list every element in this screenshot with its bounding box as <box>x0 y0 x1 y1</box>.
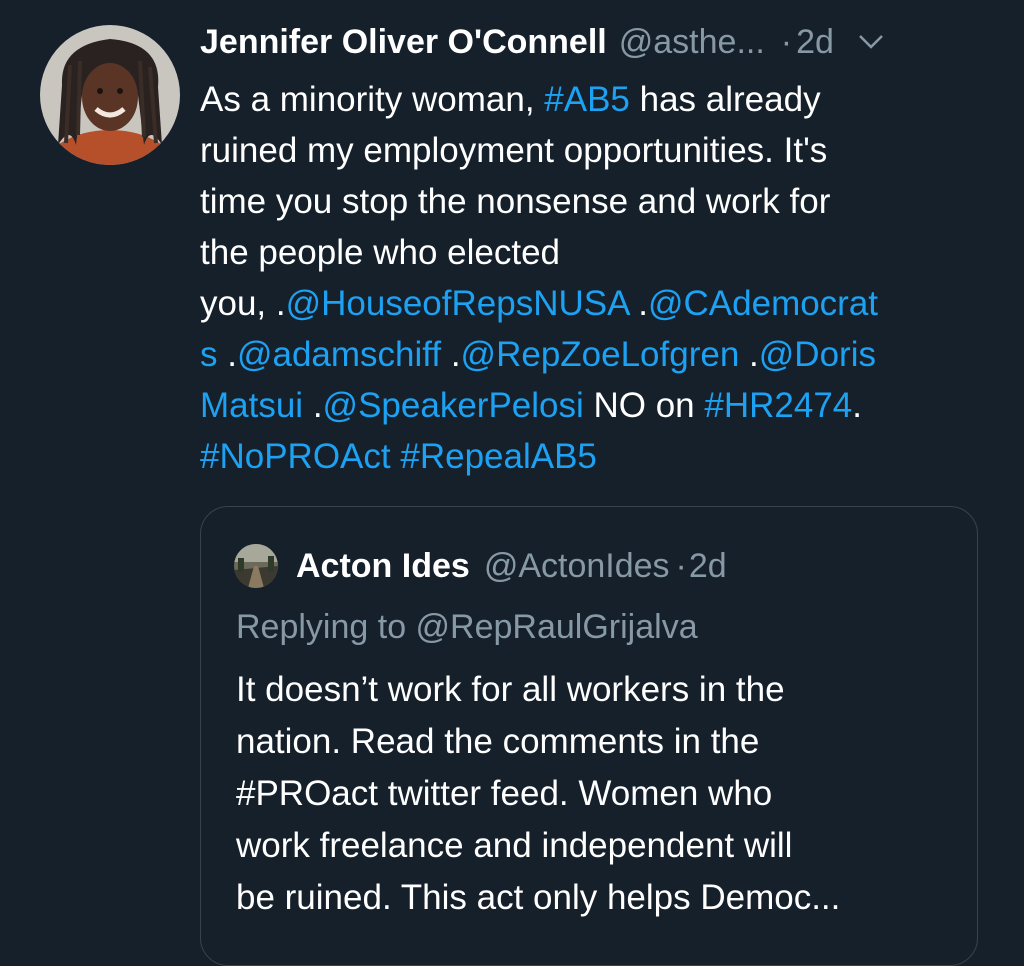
tweet-text-segment: time you stop the nonsense and work for <box>200 182 831 221</box>
quoted-author-handle[interactable]: @ActonIdes <box>484 547 670 586</box>
quoted-separator-dot: · <box>675 546 687 585</box>
mention-link[interactable]: @CAdemocrat <box>648 284 878 323</box>
tweet-text-segment: . <box>628 284 648 323</box>
tweet-text-segment: ruined my employment opportunities. It's <box>200 131 828 170</box>
author-name[interactable]: Jennifer Oliver O'Connell <box>200 23 607 62</box>
tweet-text-segment: has already <box>629 80 821 119</box>
mention-link[interactable]: @RepZoeLofgren <box>461 335 740 374</box>
mention-link[interactable]: Matsui <box>200 386 303 425</box>
author-avatar[interactable] <box>40 25 180 165</box>
quoted-tweet-header: Acton Ides @ActonIdes · 2d <box>234 544 727 588</box>
separator-dot: · <box>780 22 793 61</box>
tweet-text-line: #NoPROAct #RepealAB5 <box>200 431 990 482</box>
tweet-text-segment: . <box>441 335 461 374</box>
author-handle[interactable]: @asthe... <box>619 23 765 62</box>
tweet-header: Jennifer Oliver O'Connell @asthe... · 2d <box>200 14 990 70</box>
hashtag-link[interactable]: #HR2474 <box>704 386 852 425</box>
quoted-text-line: #PROact twitter feed. Women who <box>236 774 773 813</box>
tweet-timestamp[interactable]: 2d <box>796 23 834 62</box>
tweet[interactable]: Jennifer Oliver O'Connell @asthe... · 2d… <box>0 0 1024 966</box>
hashtag-link[interactable]: #AB5 <box>544 80 630 119</box>
author-photo <box>40 25 180 165</box>
replying-to: Replying to @RepRaulGrijalva <box>236 608 698 646</box>
quoted-author-avatar[interactable] <box>234 544 278 588</box>
tweet-text-segment <box>391 437 401 476</box>
mention-link[interactable]: @HouseofRepsNUSA <box>286 284 629 323</box>
hashtag-link[interactable]: #RepealAB5 <box>400 437 597 476</box>
tweet-text-line: the people who elected <box>200 227 990 278</box>
quoted-tweet-text: It doesn’t work for all workers in the na… <box>236 664 840 924</box>
tweet-text-segment: . <box>739 335 759 374</box>
quoted-text-line: It doesn’t work for all workers in the <box>236 670 785 709</box>
quoted-text-line: nation. Read the comments in the <box>236 722 760 761</box>
tweet-text-line: s .@adamschiff .@RepZoeLofgren .@Doris <box>200 329 990 380</box>
tweet-text-line: As a minority woman, #AB5 has already <box>200 74 990 125</box>
tweet-text-line: you, .@HouseofRepsNUSA .@CAdemocrat <box>200 278 990 329</box>
hashtag-link[interactable]: #NoPROAct <box>200 437 391 476</box>
tweet-text-line: Matsui .@SpeakerPelosi NO on #HR2474. <box>200 380 990 431</box>
mention-link[interactable]: @Doris <box>759 335 876 374</box>
quoted-text-line: work freelance and independent will <box>236 826 793 865</box>
quoted-author-name[interactable]: Acton Ides <box>296 547 470 586</box>
tweet-text-line: time you stop the nonsense and work for <box>200 176 990 227</box>
tweet-text-segment: the people who elected <box>200 233 560 272</box>
chevron-down-icon[interactable] <box>856 27 886 57</box>
tweet-text: As a minority woman, #AB5 has already rui… <box>200 74 990 482</box>
tweet-text-segment: . <box>852 386 862 425</box>
tweet-text-segment: NO on <box>583 386 705 425</box>
mention-link[interactable]: @adamschiff <box>237 335 441 374</box>
quoted-timestamp[interactable]: 2d <box>689 547 727 586</box>
quoted-text-line: be ruined. This act only helps Democ... <box>236 878 841 917</box>
tweet-text-segment: . <box>303 386 323 425</box>
tweet-text-segment: . <box>217 335 237 374</box>
tweet-text-segment: As a minority woman, <box>200 80 545 119</box>
tweet-text-line: ruined my employment opportunities. It's <box>200 125 990 176</box>
tweet-text-segment: you, . <box>200 284 286 323</box>
mention-link[interactable]: @SpeakerPelosi <box>323 386 584 425</box>
mention-link[interactable]: s <box>200 335 218 374</box>
quoted-author-photo <box>234 544 278 588</box>
